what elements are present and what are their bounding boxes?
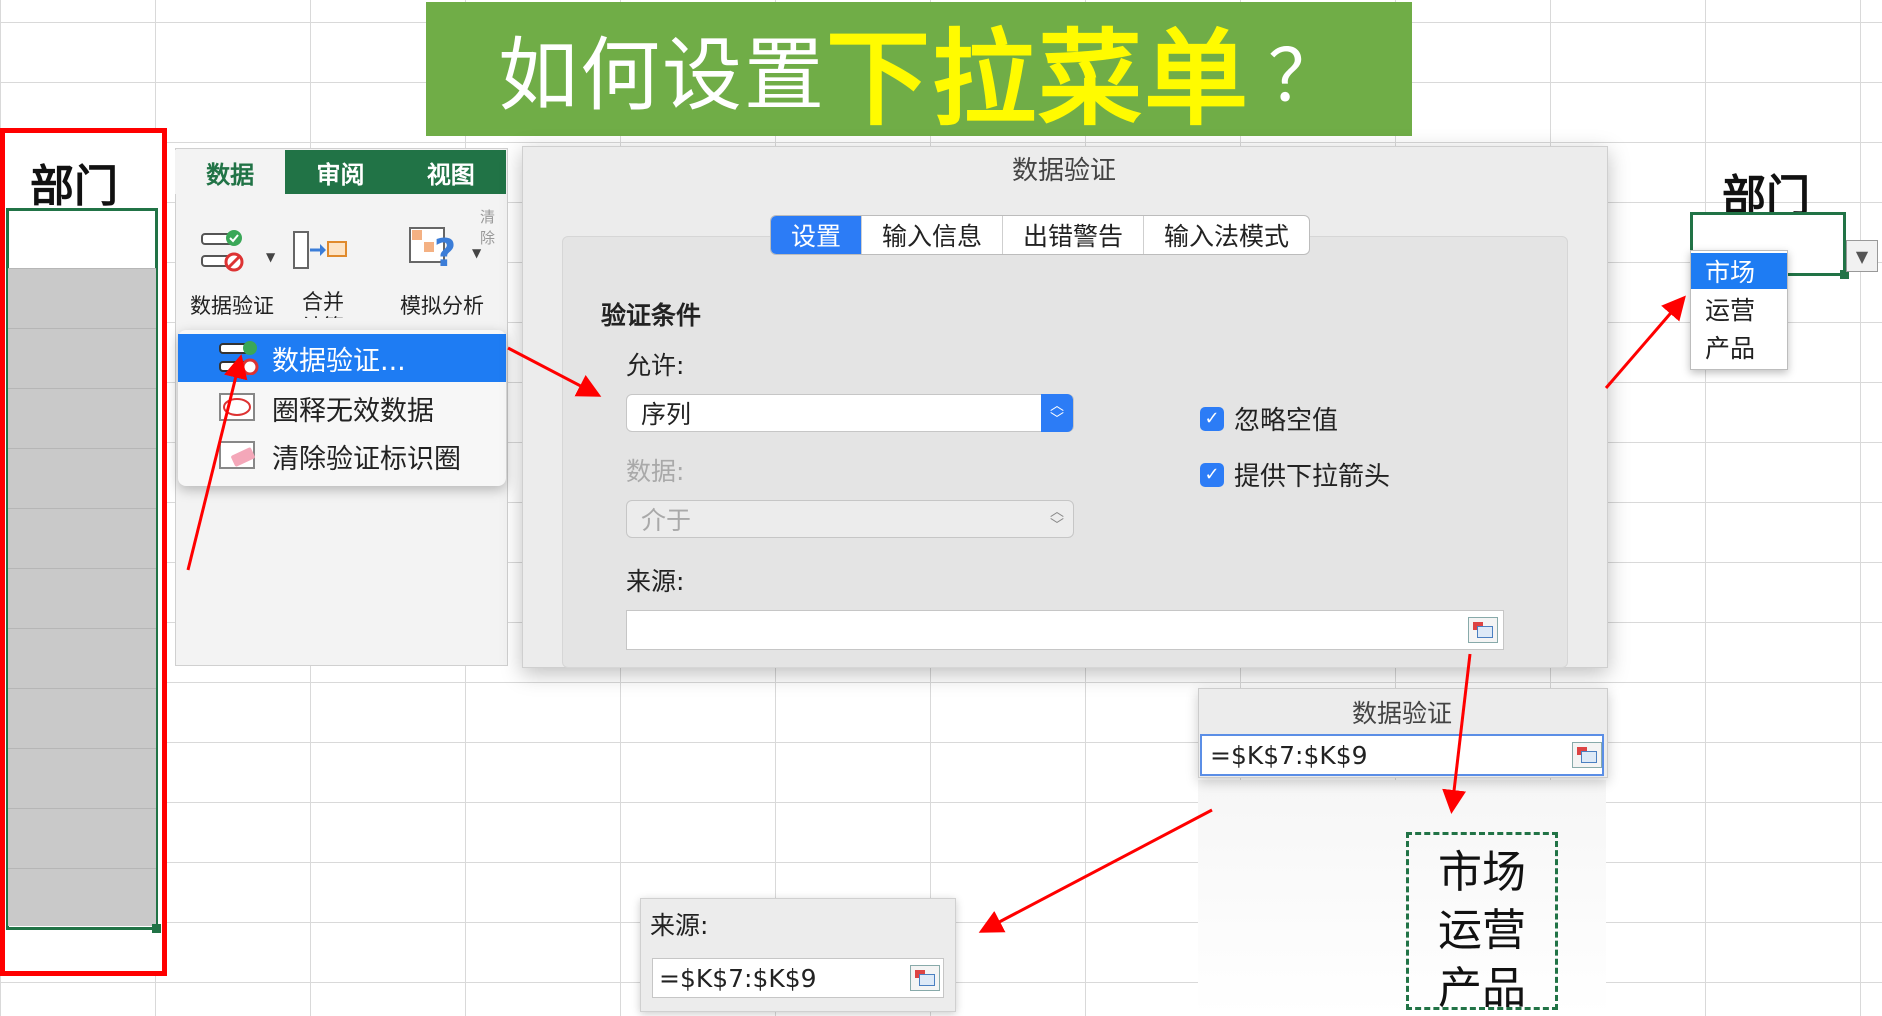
arrow-to-allow	[507, 346, 602, 397]
annotation-arrows	[186, 295, 1686, 933]
arrow-to-menu	[186, 354, 248, 571]
arrow-to-dropdown	[1604, 295, 1686, 389]
arrow-to-source-panel	[978, 808, 1213, 933]
arrow-to-source-list	[1442, 653, 1472, 814]
